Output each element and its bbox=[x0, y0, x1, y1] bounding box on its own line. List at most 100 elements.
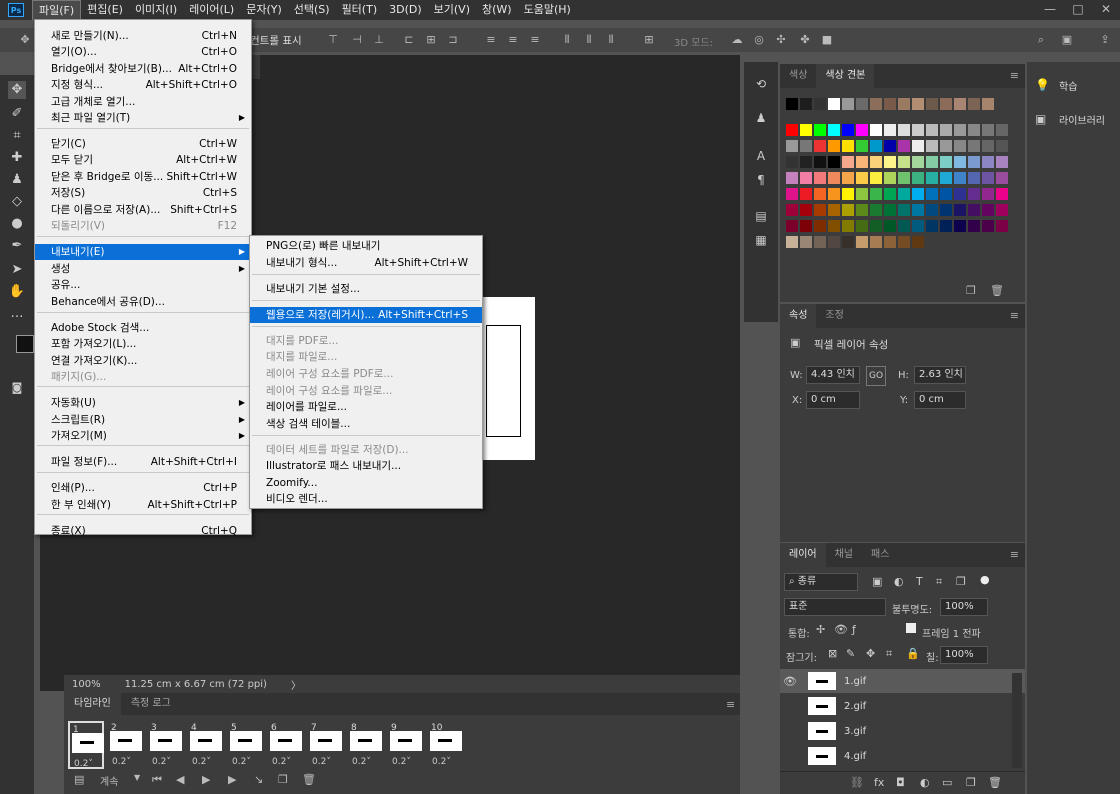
color-swatch[interactable] bbox=[884, 156, 896, 168]
color-swatch[interactable] bbox=[856, 172, 868, 184]
frame-delay[interactable]: 0.2˅ bbox=[352, 757, 371, 767]
color-swatch[interactable] bbox=[912, 98, 924, 110]
color-swatch[interactable] bbox=[912, 124, 924, 136]
menu-file[interactable]: 파일(F) bbox=[32, 0, 82, 20]
color-swatch[interactable] bbox=[982, 172, 994, 184]
color-swatch[interactable] bbox=[842, 236, 854, 248]
file-menu-item[interactable]: 종료(X) Ctrl+Q bbox=[35, 523, 251, 539]
color-swatch[interactable] bbox=[856, 236, 868, 248]
color-swatch[interactable] bbox=[926, 98, 938, 110]
color-swatch[interactable] bbox=[898, 140, 910, 152]
workspace-icon[interactable]: ▣ bbox=[1060, 33, 1074, 47]
color-swatch[interactable] bbox=[954, 172, 966, 184]
color-swatch[interactable] bbox=[968, 140, 980, 152]
color-swatch[interactable] bbox=[814, 188, 826, 200]
3d-scale-icon[interactable]: ■ bbox=[820, 33, 834, 47]
new-layer-icon[interactable]: ❐ bbox=[966, 776, 976, 789]
color-swatch[interactable] bbox=[800, 124, 812, 136]
frame-delay[interactable]: 0.2˅ bbox=[432, 757, 451, 767]
layers-menu-icon[interactable]: ≡ bbox=[1010, 548, 1019, 561]
color-swatch[interactable] bbox=[828, 204, 840, 216]
lock-position-icon[interactable]: ✥ bbox=[866, 647, 875, 660]
blur-tool-icon[interactable]: ● bbox=[8, 215, 26, 233]
timeline-menu-icon[interactable]: ≡ bbox=[726, 698, 735, 711]
color-swatch[interactable] bbox=[898, 98, 910, 110]
distribute-left-icon[interactable]: ⫴ bbox=[560, 33, 574, 47]
color-swatch[interactable] bbox=[982, 220, 994, 232]
align-middle-icon[interactable]: ⊣ bbox=[350, 33, 364, 47]
color-swatch[interactable] bbox=[828, 124, 840, 136]
tab-color[interactable]: 색상 bbox=[780, 64, 816, 88]
file-menu-item[interactable]: 파일 정보(F)... Alt+Shift+Ctrl+I bbox=[35, 454, 251, 470]
filter-pixel-icon[interactable]: ▣ bbox=[872, 575, 882, 588]
link-dimensions-icon[interactable]: GO bbox=[866, 366, 886, 386]
file-menu-item[interactable]: 인쇄(P)... Ctrl+P bbox=[35, 480, 251, 496]
next-frame-icon[interactable]: ▶ bbox=[228, 773, 236, 786]
layer-row[interactable]: 👁 1.gif bbox=[780, 669, 1025, 693]
timeline-frame[interactable]: 1 0.2˅ bbox=[68, 721, 104, 769]
color-swatch[interactable] bbox=[926, 172, 938, 184]
color-swatch[interactable] bbox=[968, 172, 980, 184]
3d-pan-icon[interactable]: ✣ bbox=[774, 33, 788, 47]
file-menu-item[interactable]: 열기(O)... Ctrl+O bbox=[35, 44, 251, 60]
filter-shape-icon[interactable]: ⌗ bbox=[936, 575, 942, 589]
color-swatch[interactable] bbox=[982, 204, 994, 216]
lock-image-icon[interactable]: ✎ bbox=[846, 647, 855, 660]
color-swatch[interactable] bbox=[940, 172, 952, 184]
color-swatch[interactable] bbox=[800, 140, 812, 152]
file-menu-item[interactable]: 다른 이름으로 저장(A)... Shift+Ctrl+S bbox=[35, 202, 251, 218]
align-bottom-icon[interactable]: ⊥ bbox=[372, 33, 386, 47]
color-swatch[interactable] bbox=[856, 140, 868, 152]
unify-style-icon[interactable]: ƒ bbox=[852, 623, 856, 636]
new-group-icon[interactable]: ▭ bbox=[942, 776, 952, 789]
export-menu-item[interactable]: 내보내기 기본 설정... bbox=[250, 281, 482, 297]
color-swatch[interactable] bbox=[786, 236, 798, 248]
frame-delay[interactable]: 0.2˅ bbox=[232, 757, 251, 767]
color-swatch[interactable] bbox=[954, 220, 966, 232]
color-swatch[interactable] bbox=[884, 204, 896, 216]
timeline-frame[interactable]: 6 0.2˅ bbox=[268, 721, 304, 769]
healing-brush-icon[interactable]: ✚ bbox=[8, 149, 26, 167]
color-swatch[interactable] bbox=[884, 188, 896, 200]
show-transform-label[interactable]: 컨트롤 표시 bbox=[250, 33, 302, 48]
color-swatch[interactable] bbox=[996, 188, 1008, 200]
color-swatch[interactable] bbox=[870, 236, 882, 248]
y-field[interactable]: 0 cm bbox=[914, 391, 966, 409]
color-swatch[interactable] bbox=[968, 124, 980, 136]
color-swatch[interactable] bbox=[912, 204, 924, 216]
file-menu-item[interactable]: 자동화(U) ▶ bbox=[35, 395, 251, 411]
color-swatch[interactable] bbox=[982, 98, 994, 110]
color-swatch[interactable] bbox=[884, 236, 896, 248]
paragraph-icon[interactable]: ¶ bbox=[753, 172, 769, 188]
layer-filter-select[interactable]: ⌕ 종류 bbox=[784, 573, 858, 591]
swatches-menu-icon[interactable]: ≡ bbox=[1010, 69, 1019, 82]
export-menu-item[interactable]: 색상 검색 테이블... bbox=[250, 416, 482, 432]
file-menu-item[interactable]: 스크립트(R) ▶ bbox=[35, 412, 251, 428]
height-field[interactable]: 2.63 인치 bbox=[914, 366, 966, 384]
play-icon[interactable]: ▶ bbox=[202, 773, 210, 786]
link-layers-icon[interactable]: ⛓ bbox=[850, 776, 864, 789]
export-menu-item[interactable]: Illustrator로 패스 내보내기... bbox=[250, 458, 482, 474]
color-swatch[interactable] bbox=[968, 204, 980, 216]
visibility-eye-icon[interactable]: 👁 bbox=[780, 675, 800, 688]
color-swatch[interactable] bbox=[842, 172, 854, 184]
tab-paths[interactable]: 패스 bbox=[862, 543, 898, 567]
color-swatch[interactable] bbox=[786, 172, 798, 184]
color-swatch[interactable] bbox=[940, 220, 952, 232]
layers-scrollbar[interactable] bbox=[1012, 673, 1022, 768]
file-menu-item[interactable]: 닫기(C) Ctrl+W bbox=[35, 136, 251, 152]
color-swatch[interactable] bbox=[898, 236, 910, 248]
tab-measurement-log[interactable]: 측정 로그 bbox=[121, 693, 181, 715]
filter-toggle-icon[interactable]: ● bbox=[980, 573, 990, 586]
color-swatch[interactable] bbox=[856, 188, 868, 200]
color-swatch[interactable] bbox=[968, 98, 980, 110]
blend-mode-select[interactable]: 표준 bbox=[784, 598, 886, 616]
color-swatch[interactable] bbox=[842, 124, 854, 136]
stamp-tool-icon[interactable]: ♟ bbox=[8, 171, 26, 189]
color-swatch[interactable] bbox=[940, 98, 952, 110]
menu-item-9[interactable]: 창(W) bbox=[476, 0, 518, 20]
add-mask-icon[interactable]: ◘ bbox=[896, 776, 905, 789]
color-swatch[interactable] bbox=[828, 220, 840, 232]
color-swatch[interactable] bbox=[940, 188, 952, 200]
color-swatch[interactable] bbox=[898, 204, 910, 216]
